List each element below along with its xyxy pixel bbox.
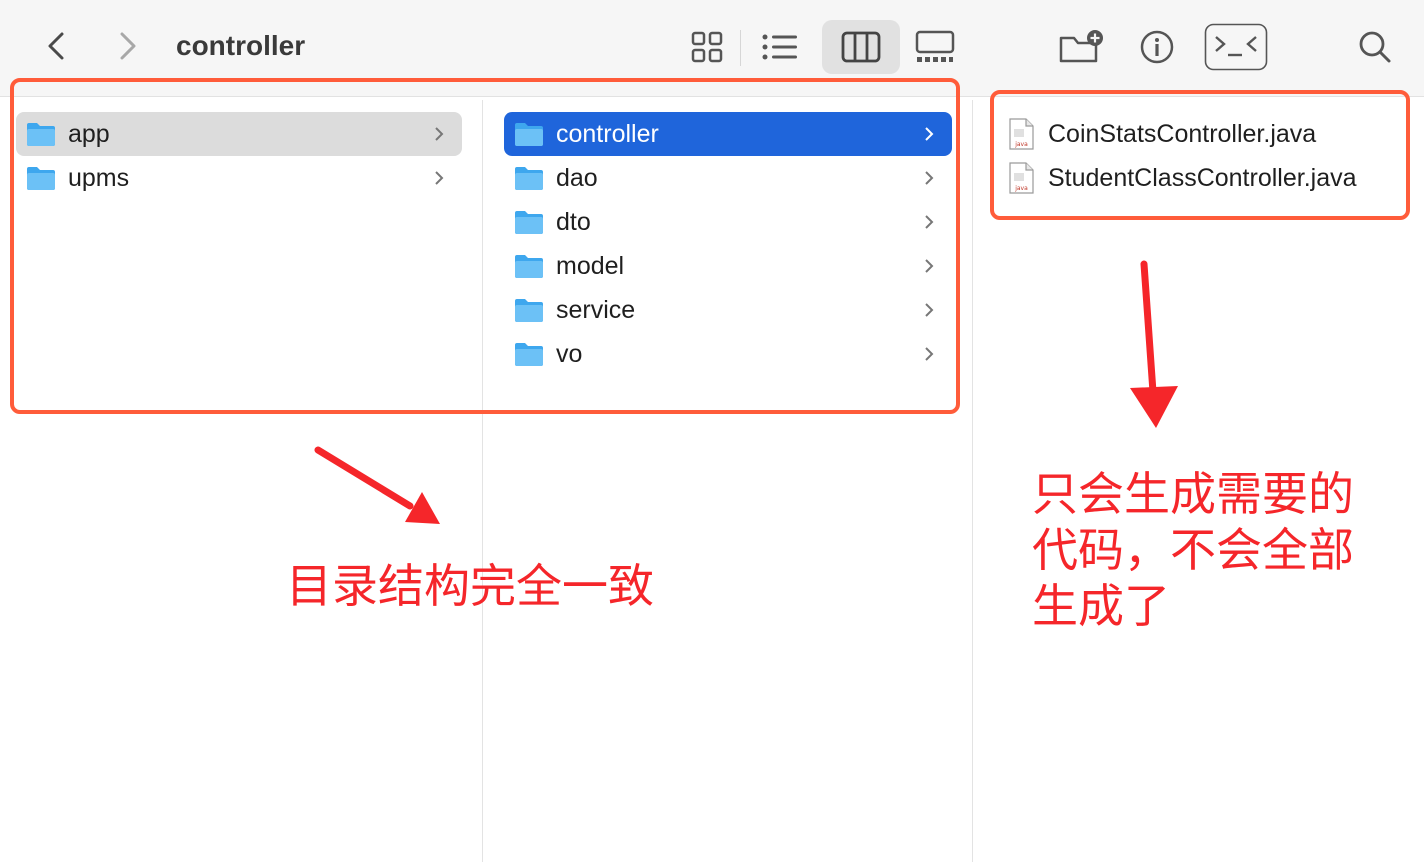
arrow-down	[1130, 260, 1178, 428]
annotation-right-line-1: 只会生成需要的	[1032, 467, 1354, 521]
annotation-right-line-3: 生成了	[1032, 579, 1170, 633]
annotation-arrows	[314, 260, 1178, 524]
arrow-diagonal	[314, 446, 440, 524]
annotation-left-text: 目录结构完全一致	[286, 559, 654, 613]
annotation-right-line-2: 代码，不会全部	[1032, 523, 1354, 577]
